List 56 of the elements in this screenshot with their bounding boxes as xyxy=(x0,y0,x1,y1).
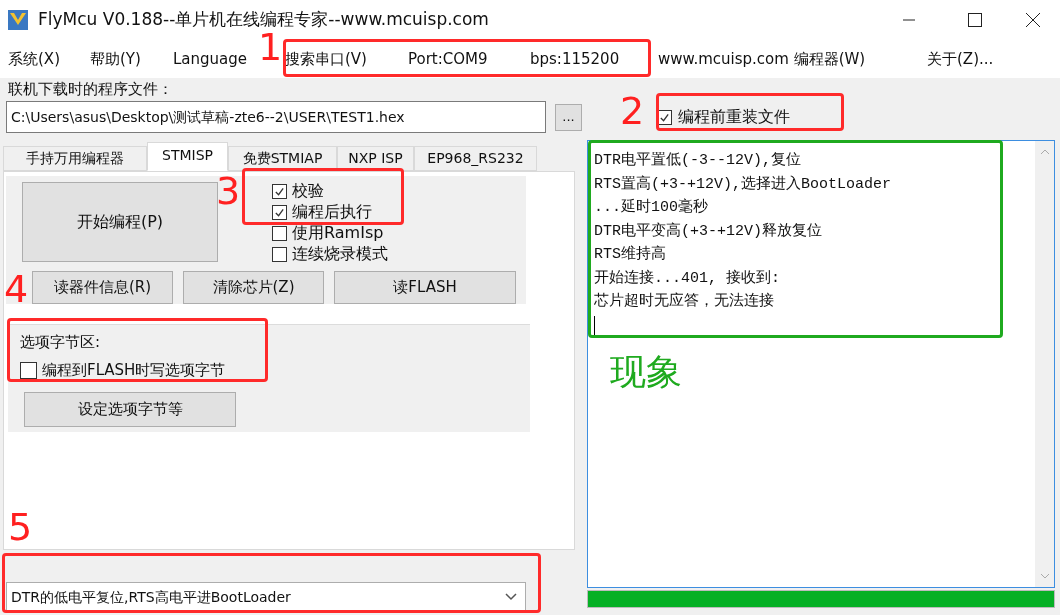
check-icon xyxy=(274,206,285,218)
check-icon xyxy=(659,111,670,123)
action-button[interactable]: 清除芯片(Z) xyxy=(183,270,324,304)
action-button[interactable]: 读FLASH xyxy=(334,270,516,304)
browse-button[interactable]: ... xyxy=(555,103,582,131)
option-label: 编程后执行 xyxy=(292,201,372,224)
checkbox[interactable] xyxy=(272,225,287,241)
start-programming-button[interactable]: 开始编程(P) xyxy=(22,181,218,262)
option-label: 使用RamIsp xyxy=(292,222,384,245)
annotation-number: 3 xyxy=(216,172,241,210)
scroll-down-icon xyxy=(1039,573,1050,579)
log-line: DTR电平置低(-3--12V),复位 xyxy=(594,150,802,171)
annotation-number: 5 xyxy=(8,508,33,546)
menu-item[interactable]: 帮助(Y) xyxy=(90,49,141,68)
menu-item[interactable]: www.mcuisp.com 编程器(W) xyxy=(658,49,866,68)
log-line: 芯片超时无应答，无法连接 xyxy=(594,291,774,312)
menu-item[interactable]: 搜索串口(V) xyxy=(285,49,367,68)
menu-item[interactable]: Language xyxy=(173,49,248,68)
annotation-number: 4 xyxy=(4,270,29,308)
option-label: 校验 xyxy=(292,180,324,203)
option-bytes-title: 选项字节区: xyxy=(20,331,102,353)
menu-item[interactable]: Port:COM9 xyxy=(408,49,488,68)
tab[interactable]: EP968_RS232 xyxy=(414,145,537,171)
file-label: 联机下载时的程序文件： xyxy=(8,80,173,98)
tab[interactable]: NXP ISP xyxy=(337,145,414,171)
action-button[interactable]: 读器件信息(R) xyxy=(32,270,173,304)
checkbox[interactable] xyxy=(272,204,287,220)
log-line: RTS维持高 xyxy=(594,244,666,265)
observation-label: 现象 xyxy=(610,350,682,394)
menu-item[interactable]: 关于(Z)... xyxy=(927,49,994,68)
tab[interactable]: 手持万用编程器 xyxy=(3,145,147,171)
option-bytes-button[interactable]: 设定选项字节等 xyxy=(24,391,236,427)
annotation-number: 2 xyxy=(620,92,645,130)
check-icon xyxy=(274,185,285,197)
file-path-field[interactable]: C:\Users\asus\Desktop\测试草稿-zte6--2\USER\TEST1.hex xyxy=(6,101,546,133)
checkbox[interactable] xyxy=(20,361,37,379)
option-label: 连续烧录模式 xyxy=(292,243,388,266)
menu-item[interactable]: bps:115200 xyxy=(530,49,620,68)
close-icon xyxy=(1026,13,1040,27)
log-line: DTR电平变高(+3-+12V)释放复位 xyxy=(594,221,823,242)
text-cursor xyxy=(594,315,595,336)
reload-label: 编程前重装文件 xyxy=(678,106,790,128)
log-line: ...延时100毫秒 xyxy=(594,197,708,218)
checkbox[interactable] xyxy=(272,183,287,199)
option-bytes-label: 编程到FLASH时写选项字节 xyxy=(42,360,226,382)
log-line: 开始连接...401, 接收到: xyxy=(594,268,780,289)
tab[interactable]: 免费STMIAP xyxy=(228,145,337,171)
scroll-up-icon xyxy=(1039,149,1050,155)
reset-mode-dropdown[interactable]: DTR的低电平复位,RTS高电平进BootLoader xyxy=(6,582,526,612)
log-line: RTS置高(+3-+12V),选择进入BootLoader xyxy=(594,174,892,195)
checkbox[interactable] xyxy=(272,246,287,262)
app-icon xyxy=(8,10,28,30)
tab[interactable]: STMISP xyxy=(147,141,228,171)
chevron-down-icon xyxy=(505,593,517,601)
maximize-icon xyxy=(968,13,982,27)
menu-item[interactable]: 系统(X) xyxy=(8,49,60,68)
